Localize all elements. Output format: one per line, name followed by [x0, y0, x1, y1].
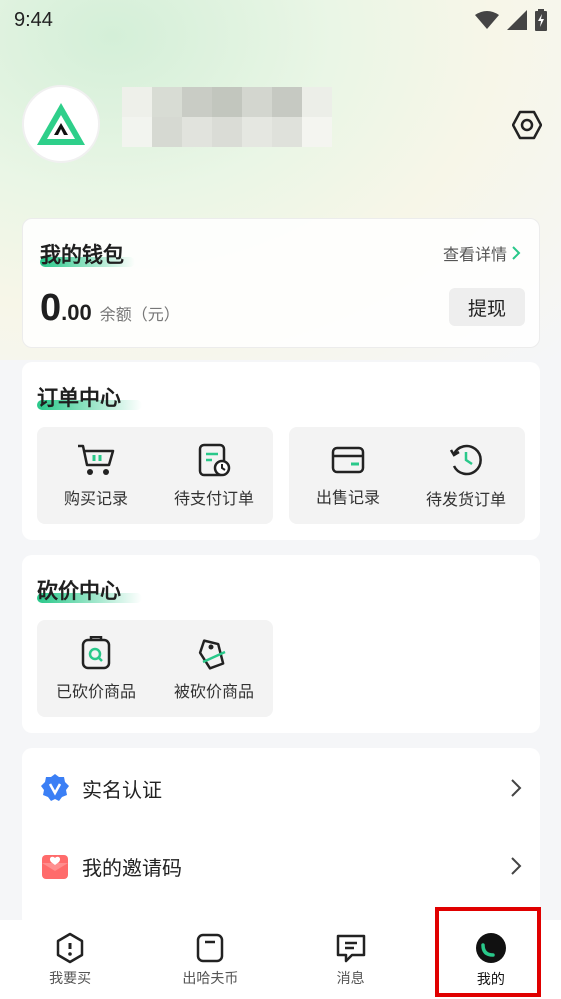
- nav-messages-label: 消息: [336, 970, 365, 987]
- bargained-goods[interactable]: 已砍价商品: [37, 620, 155, 717]
- purchase-records-label: 购买记录: [63, 488, 128, 508]
- chevron-right-icon: [511, 857, 522, 875]
- bag-search-icon: [81, 635, 111, 669]
- cart-icon: [78, 444, 115, 475]
- status-bar: 9:44: [0, 0, 561, 40]
- settings-icon[interactable]: [512, 110, 542, 140]
- balance-decimal: .00: [61, 300, 92, 325]
- settings-list-card: 实名认证 我的邀请码: [22, 748, 540, 928]
- wallet-icon: [331, 446, 365, 473]
- order-center-title: 订单中心: [37, 386, 121, 410]
- nav-sell-label: 出哈夫币: [182, 970, 239, 987]
- buy-icon: [56, 932, 84, 963]
- pending-shipment-label: 待发货订单: [425, 489, 506, 509]
- bargain-center-title: 砍价中心: [37, 579, 121, 603]
- wallet-balance: 0 .00 余额（元）: [40, 287, 180, 330]
- order-group-sell: 出售记录 待发货订单: [289, 427, 525, 524]
- pending-shipment-orders[interactable]: 待发货订单: [407, 427, 525, 524]
- nav-messages[interactable]: 消息: [281, 920, 421, 999]
- sales-records[interactable]: 出售记录: [289, 427, 407, 524]
- selection-highlight-box: [435, 907, 541, 997]
- bargained-by-others-goods[interactable]: 被砍价商品: [155, 620, 273, 717]
- profile-header: [22, 85, 542, 165]
- history-clock-icon: [449, 444, 482, 475]
- pending-payment-label: 待支付订单: [173, 488, 254, 508]
- message-icon: [336, 934, 365, 962]
- sell-icon: [197, 933, 224, 962]
- app-logo-icon: [37, 103, 85, 145]
- balance-label: 余额（元）: [99, 305, 180, 324]
- nav-sell[interactable]: 出哈夫币: [140, 920, 280, 999]
- withdraw-button[interactable]: 提现: [449, 288, 525, 326]
- real-name-verification-label: 实名认证: [82, 777, 162, 802]
- bargain-group: 已砍价商品 被砍价商品: [37, 620, 273, 717]
- my-invite-code-label: 我的邀请码: [82, 855, 182, 880]
- wifi-icon: [475, 11, 499, 29]
- status-icons: [475, 9, 547, 31]
- wallet-detail-label: 查看详情: [442, 245, 507, 264]
- chevron-right-icon: [512, 246, 521, 260]
- verified-badge-icon: [41, 774, 69, 801]
- username-blurred: [122, 87, 332, 147]
- balance-integer: 0: [40, 287, 62, 329]
- invite-envelope-icon: [42, 855, 68, 879]
- bargain-center-card: 砍价中心 已砍价商品 被砍价商品: [22, 555, 540, 733]
- pending-payment-orders[interactable]: 待支付订单: [155, 427, 273, 524]
- signal-icon: [507, 10, 527, 30]
- price-tag-icon: [198, 638, 226, 670]
- wallet-detail-link[interactable]: 查看详情: [443, 241, 521, 265]
- my-invite-code-row[interactable]: 我的邀请码: [22, 836, 540, 896]
- purchase-records[interactable]: 购买记录: [37, 427, 155, 524]
- sales-records-label: 出售记录: [315, 487, 380, 507]
- avatar[interactable]: [22, 85, 100, 163]
- wallet-title: 我的钱包: [40, 243, 124, 267]
- chevron-right-icon: [511, 779, 522, 797]
- bargained-by-others-label: 被砍价商品: [173, 681, 254, 701]
- battery-icon: [535, 9, 547, 31]
- order-group-buy: 购买记录 待支付订单: [37, 427, 273, 524]
- status-time: 9:44: [14, 8, 53, 31]
- wallet-card: 我的钱包 查看详情 0 .00 余额（元） 提现: [22, 218, 540, 348]
- nav-buy[interactable]: 我要买: [0, 920, 140, 999]
- real-name-verification-row[interactable]: 实名认证: [22, 758, 540, 818]
- nav-buy-label: 我要买: [49, 970, 92, 987]
- order-center-card: 订单中心 购买记录 待支付订单 出售记录 待发货订单: [22, 362, 540, 540]
- bargained-goods-label: 已砍价商品: [55, 681, 136, 701]
- pending-payment-icon: [198, 443, 231, 476]
